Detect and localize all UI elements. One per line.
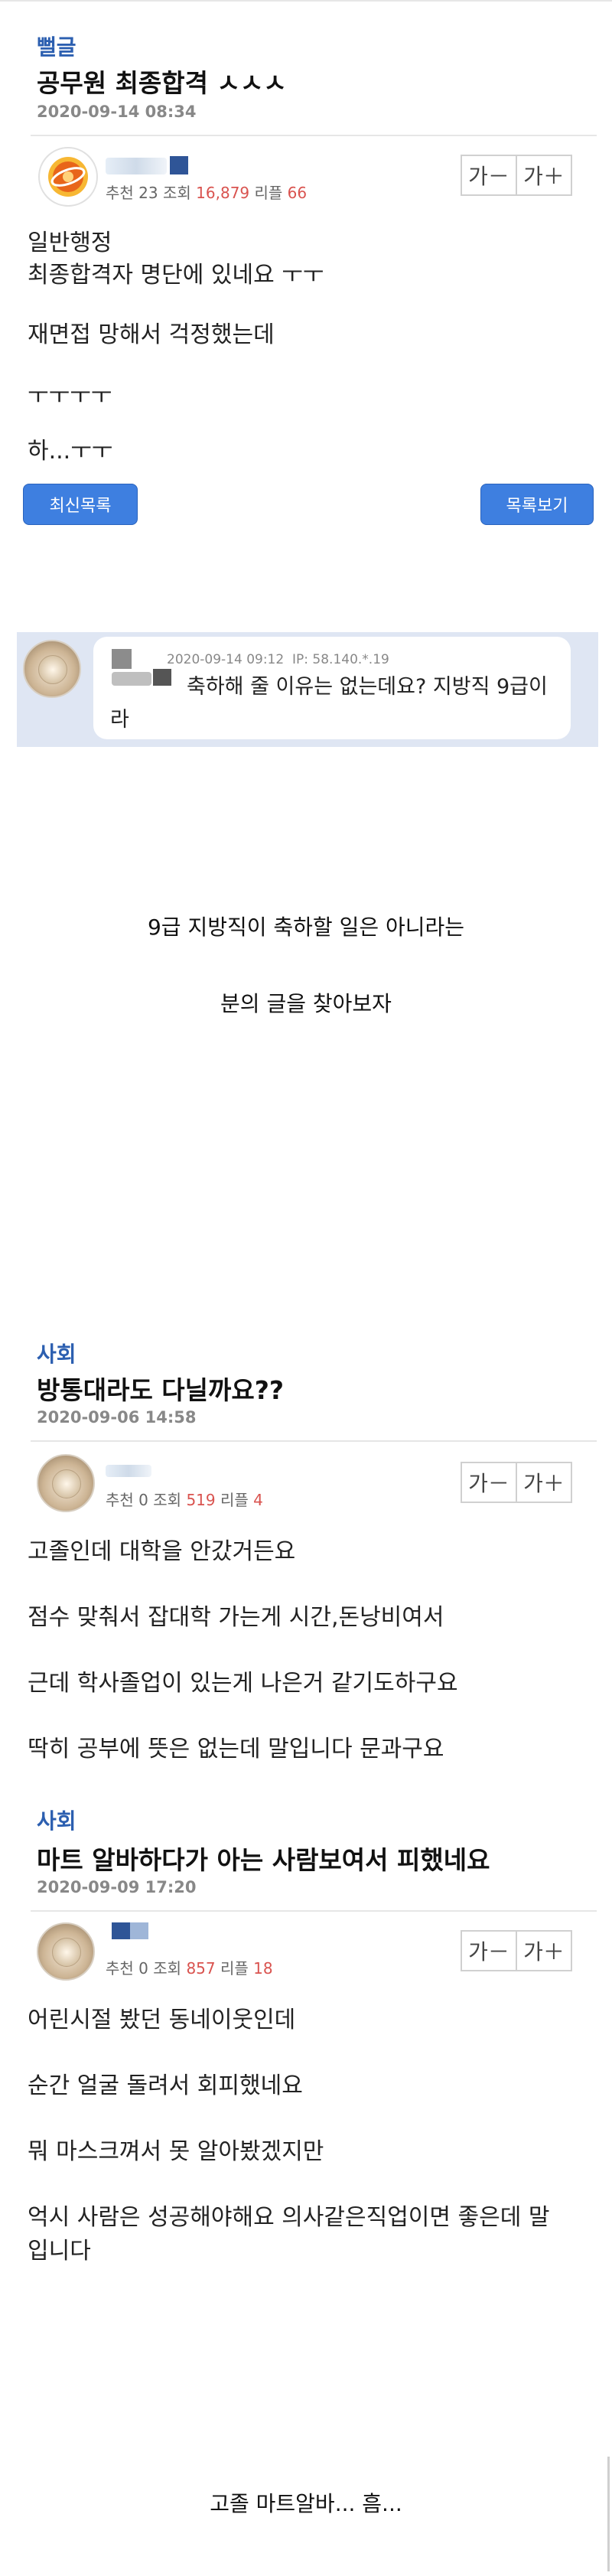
post-body-line: 순간 얼굴 돌려서 회피했네요 — [28, 2072, 303, 2099]
divider — [31, 1910, 597, 1912]
comment-text: 축하해 줄 이유는 없는데요? 지방직 9급이라 — [110, 675, 548, 732]
post-body-line: 근데 학사졸업이 있는게 나은거 같기도하구요 — [28, 1670, 458, 1697]
post-body-line: 하...ㅜㅜ — [28, 438, 113, 465]
post-body-line: 입니다 — [28, 2238, 91, 2265]
author-name-blurred[interactable] — [106, 1465, 151, 1477]
font-decrease-button[interactable]: 가－ — [461, 1462, 517, 1503]
post-body-line: 억시 사람은 성공해야해요 의사같은직업이면 좋은데 말 — [28, 2204, 550, 2231]
post-date: 2020-09-06 14:58 — [37, 1408, 197, 1427]
post-title: 공무원 최종합격 ㅅㅅㅅ — [37, 68, 287, 98]
post-body-line: ㅜㅜㅜㅜ — [28, 383, 112, 409]
author-name-blurred[interactable] — [106, 158, 167, 174]
post-title: 마트 알바하다가 아는 사람보여서 피했네요 — [37, 1845, 490, 1875]
font-increase-button[interactable]: 가＋ — [516, 1930, 572, 1971]
scrollbar[interactable] — [607, 2457, 610, 2571]
font-increase-button[interactable]: 가＋ — [516, 1462, 572, 1503]
level-badge-icon — [48, 157, 88, 197]
post-title: 방통대라도 다닐까요?? — [37, 1375, 285, 1405]
font-decrease-button[interactable]: 가－ — [461, 155, 517, 196]
author-avatar[interactable] — [37, 1922, 95, 1981]
font-increase-button[interactable]: 가＋ — [516, 155, 572, 196]
commenter-badge-icon — [112, 649, 132, 669]
post-stats: 추천 23 조회 16,879 리플 66 — [106, 184, 308, 202]
comment-date: 2020-09-14 09:12 — [167, 652, 285, 667]
author-avatar[interactable] — [37, 1454, 95, 1512]
author-avatar[interactable] — [38, 147, 98, 207]
latest-list-button[interactable]: 최신목록 — [23, 484, 138, 525]
commenter-avatar[interactable] — [23, 640, 81, 698]
font-size-controls: 가－ 가＋ — [461, 1462, 572, 1503]
view-list-button[interactable]: 목록보기 — [480, 484, 594, 525]
post-body-line: 최종합격자 명단에 있네요 ㅜㅜ — [28, 262, 324, 289]
post-body-line: 일반행정 — [28, 230, 112, 256]
caption-line: 고졸 마트알바... 흠... — [210, 2491, 402, 2516]
comment-meta: 2020-09-14 09:12 IP: 58.140.*.19 — [167, 652, 389, 667]
comment-ip: IP: 58.140.*.19 — [292, 652, 389, 667]
post-body-line: 재면접 망해서 걱정했는데 — [28, 321, 275, 348]
divider — [31, 1440, 597, 1442]
caption-line: 9급 지방직이 축하할 일은 아니라는 — [147, 915, 465, 940]
post-body-line: 고졸인데 대학을 안갔거든요 — [28, 1538, 296, 1565]
top-divider — [0, 0, 612, 2]
member-badge-icon — [170, 156, 188, 174]
post-body-line: 뭐 마스크껴서 못 알아봤겠지만 — [28, 2138, 324, 2165]
font-size-controls: 가－ 가＋ — [461, 155, 572, 196]
post-date: 2020-09-09 17:20 — [37, 1878, 197, 1896]
font-decrease-button[interactable]: 가－ — [461, 1930, 517, 1971]
post-stats: 추천 0 조회 519 리플 4 — [106, 1491, 263, 1509]
font-size-controls: 가－ 가＋ — [461, 1930, 572, 1971]
post-stats: 추천 0 조회 857 리플 18 — [106, 1959, 273, 1978]
post-body-line: 점수 맞춰서 잡대학 가는게 시간,돈낭비여서 — [28, 1604, 444, 1631]
post-date: 2020-09-14 08:34 — [37, 103, 197, 121]
divider — [31, 135, 597, 136]
post-body-line: 딱히 공부에 뜻은 없는데 말입니다 문과구요 — [28, 1736, 444, 1762]
member-badge-icon — [112, 1922, 148, 1939]
post-body-line: 어린시절 봤던 동네이웃인데 — [28, 2007, 296, 2033]
post-category[interactable]: 뻘글 — [37, 31, 76, 61]
post-category[interactable]: 사회 — [37, 1805, 76, 1835]
post-category[interactable]: 사회 — [37, 1338, 76, 1368]
caption-line: 분의 글을 찾아보자 — [220, 991, 392, 1016]
